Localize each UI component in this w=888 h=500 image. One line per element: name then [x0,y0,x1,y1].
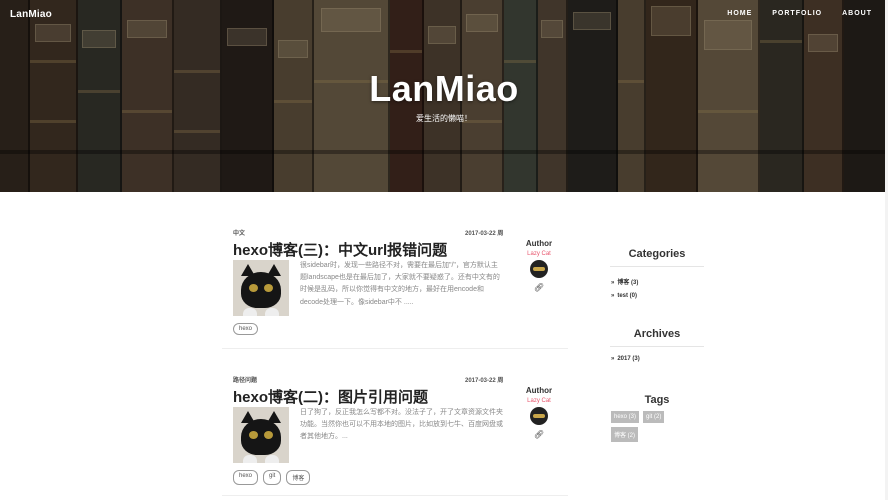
post-divider [222,495,568,496]
site-title: LanMiao [369,68,519,109]
post-date: 2017-03-22 周 [465,231,504,237]
post-title[interactable]: hexo博客(二)：图片引用问题 [233,386,428,407]
sidebar-divider [610,266,704,267]
post-divider [222,348,568,349]
sidebar-divider [610,346,704,347]
avatar [530,407,548,425]
nav-home[interactable]: HOME [727,10,752,17]
site-subtitle: 爱生活的懒喵！ [416,114,472,123]
top-nav: HOME PORTFOLIO ABOUT [727,10,872,17]
author-name[interactable]: Lazy Cat [524,251,554,257]
author-label: Author [525,386,553,395]
sidebar-tag[interactable]: git (2) [643,411,665,423]
post-card: 中文 2017-03-22 周 hexo博客(三)：中文url报错问题 很sid… [222,228,568,338]
post-tag[interactable]: git [263,470,282,485]
chevron-right-icon: » [611,280,615,286]
sidebar-tag[interactable]: hexo (3) [611,411,640,423]
post-category[interactable]: 路径问题 [233,375,257,384]
post-date: 2017-03-22 周 [465,378,504,384]
nav-about[interactable]: ABOUT [842,10,872,17]
post-thumbnail[interactable] [233,407,289,463]
chevron-right-icon: » [611,356,615,362]
post-author: Author Lazy Cat 🔗︎ [524,239,554,292]
category-item[interactable]: » 博客 (3) [611,277,638,286]
post-thumbnail[interactable] [233,260,289,316]
link-icon[interactable]: 🔗︎ [524,430,554,439]
avatar [530,260,548,278]
author-label: Author [525,239,553,248]
post-excerpt: 很sidebar时，发现一些路径不对，需要在最后加"/"，官方默认主题lands… [300,262,500,306]
tag-cloud: hexo (3) git (2) 博客 (2) [611,411,681,442]
post-tag[interactable]: 博客 [286,470,311,485]
archive-item[interactable]: » 2017 (3) [611,356,640,362]
tags-heading: Tags [644,394,670,406]
post-category[interactable]: 中文 [233,228,245,237]
post-tag[interactable]: hexo [233,470,259,485]
site-brand[interactable]: LanMiao [10,9,52,20]
author-name[interactable]: Lazy Cat [524,398,554,404]
post-author: Author Lazy Cat 🔗︎ [524,386,554,439]
chevron-right-icon: » [611,293,615,299]
sidebar-tag[interactable]: 博客 (2) [611,427,639,442]
category-item[interactable]: » test (0) [611,293,637,299]
categories-heading: Categories [628,248,686,260]
post-tags: hexo [233,323,259,335]
post-tag[interactable]: hexo [233,323,259,335]
hero-header: LanMiao HOME PORTFOLIO ABOUT LanMiao 爱生活… [0,0,888,192]
archives-heading: Archives [633,328,681,340]
link-icon[interactable]: 🔗︎ [524,283,554,292]
post-excerpt: 日了狗了，反正我怎么写都不对。没法子了，开了文章资源文件夹功能。当然你也可以不用… [300,409,503,441]
post-card: 路径问题 2017-03-22 周 hexo博客(二)：图片引用问题 日了狗了，… [222,375,568,485]
post-tags: hexo git 博客 [233,470,311,485]
post-title[interactable]: hexo博客(三)：中文url报错问题 [233,239,447,260]
nav-portfolio[interactable]: PORTFOLIO [772,10,822,17]
